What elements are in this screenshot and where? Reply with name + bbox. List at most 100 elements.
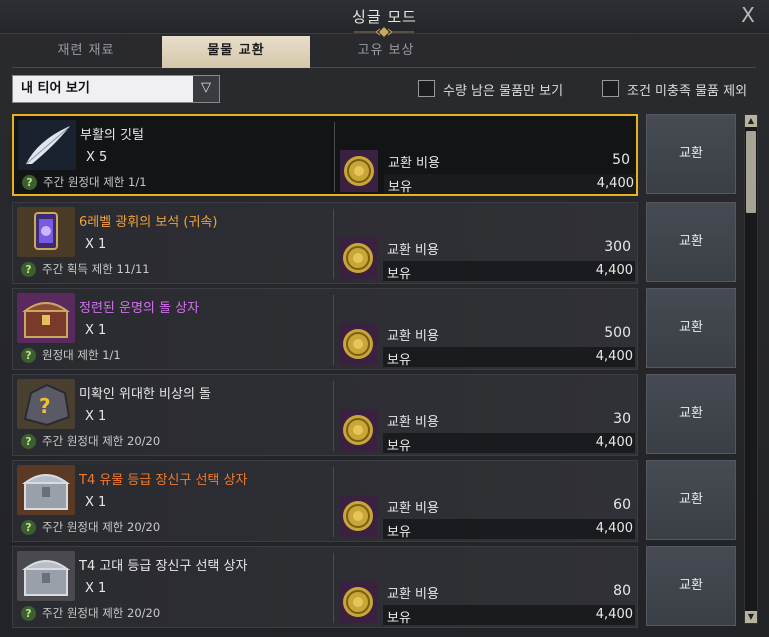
- exchange-button[interactable]: 교환: [646, 460, 736, 540]
- limit-text: 주간 원정대 제한 1/1: [43, 175, 147, 189]
- exchange-button[interactable]: 교환: [646, 546, 736, 626]
- list-item[interactable]: 6레벨 광휘의 보석 (귀속) X 1 ? 주간 획득 제한 11/11 교환 비…: [12, 202, 740, 284]
- tab-refine-materials[interactable]: 재련 재료: [12, 36, 160, 68]
- divider: [333, 209, 334, 279]
- item-card[interactable]: T4 고대 등급 장신구 선택 상자 X 1 ? 주간 원정대 제한 20/20 …: [12, 546, 638, 628]
- single-mode-window: 싱글 모드 X 재련 재료 물물 교환 고유 보상 내 티어 보기 ▽ 수량 남…: [0, 0, 769, 637]
- list-item[interactable]: T4 고대 등급 장신구 선택 상자 X 1 ? 주간 원정대 제한 20/20 …: [12, 546, 740, 628]
- cost-label: 교환 비용: [387, 501, 439, 516]
- svg-text:?: ?: [39, 394, 51, 418]
- cost-label: 교환 비용: [387, 329, 439, 344]
- close-button[interactable]: X: [737, 4, 759, 26]
- item-card[interactable]: ? 미확인 위대한 비상의 돌 X 1 ? 주간 원정대 제한 20/20 교환 …: [12, 374, 638, 456]
- gem-icon: [17, 207, 75, 257]
- feather-icon: [18, 120, 76, 170]
- currency-coin-icon: [339, 409, 377, 451]
- divider: [333, 381, 334, 451]
- owned-bar: 보유 4,400: [383, 605, 635, 626]
- help-icon[interactable]: ?: [21, 520, 36, 535]
- scroll-up-arrow-icon[interactable]: ▲: [745, 115, 757, 127]
- chevron-down-icon[interactable]: ▽: [193, 76, 219, 102]
- limit-text: 원정대 제한 1/1: [42, 348, 121, 362]
- owned-label: 보유: [387, 267, 411, 282]
- item-name: 미확인 위대한 비상의 돌: [79, 387, 211, 402]
- divider: [333, 295, 334, 365]
- owned-bar: 보유 4,400: [383, 433, 635, 454]
- item-name: T4 고대 등급 장신구 선택 상자: [79, 559, 248, 574]
- cost-value: 80: [613, 583, 631, 599]
- cost-label: 교환 비용: [388, 156, 440, 171]
- item-limit: ? 주간 원정대 제한 20/20: [21, 519, 160, 535]
- owned-bar: 보유 4,400: [383, 347, 635, 368]
- checkbox-box[interactable]: [418, 80, 435, 97]
- help-icon[interactable]: ?: [21, 606, 36, 621]
- accessory-chest-icon: [17, 465, 75, 515]
- item-name: 정련된 운명의 돌 상자: [79, 301, 200, 316]
- help-icon[interactable]: ?: [21, 434, 36, 449]
- list-item[interactable]: 정련된 운명의 돌 상자 X 1 ? 원정대 제한 1/1 교환 비용 500 보…: [12, 288, 740, 370]
- owned-value: 4,400: [596, 176, 634, 191]
- limit-text: 주간 원정대 제한 20/20: [42, 520, 161, 534]
- cost-value: 50: [612, 152, 630, 168]
- item-quantity: X 1: [85, 237, 107, 252]
- title-bar: 싱글 모드 X: [0, 0, 769, 37]
- list-item[interactable]: ? 미확인 위대한 비상의 돌 X 1 ? 주간 원정대 제한 20/20 교환 …: [12, 374, 740, 456]
- owned-bar: 보유 4,400: [383, 261, 635, 282]
- exclude-unmet-checkbox[interactable]: 조건 미충족 물품 제외: [602, 79, 756, 99]
- item-quantity: X 1: [85, 495, 107, 510]
- item-quantity: X 1: [85, 323, 107, 338]
- treasure-chest-icon: [17, 293, 75, 343]
- owned-value: 4,400: [595, 607, 633, 622]
- divider: [333, 467, 334, 537]
- tab-unique-rewards[interactable]: 고유 보상: [312, 36, 460, 68]
- owned-bar: 보유 4,400: [384, 174, 636, 195]
- cost-value: 300: [604, 239, 631, 255]
- item-limit: ? 주간 획득 제한 11/11: [21, 261, 150, 277]
- list-item[interactable]: 부활의 깃털 X 5 ? 주간 원정대 제한 1/1 교환 비용 50 보유 4,…: [12, 114, 740, 196]
- scroll-down-arrow-icon[interactable]: ▼: [745, 611, 757, 623]
- item-card[interactable]: 정련된 운명의 돌 상자 X 1 ? 원정대 제한 1/1 교환 비용 500 보…: [12, 288, 638, 370]
- help-icon[interactable]: ?: [22, 175, 37, 190]
- item-card[interactable]: T4 유물 등급 장신구 선택 상자 X 1 ? 주간 원정대 제한 20/20 …: [12, 460, 638, 542]
- item-name: 6레벨 광휘의 보석 (귀속): [79, 215, 218, 230]
- owned-label: 보유: [387, 525, 411, 540]
- cost-value: 60: [613, 497, 631, 513]
- item-card[interactable]: 6레벨 광휘의 보석 (귀속) X 1 ? 주간 획득 제한 11/11 교환 비…: [12, 202, 638, 284]
- scrollbar-thumb[interactable]: [746, 131, 756, 213]
- owned-value: 4,400: [595, 263, 633, 278]
- exchange-button[interactable]: 교환: [646, 288, 736, 368]
- item-limit: ? 원정대 제한 1/1: [21, 347, 121, 363]
- owned-label: 보유: [387, 611, 411, 626]
- tab-barter[interactable]: 물물 교환: [162, 36, 310, 68]
- item-limit: ? 주간 원정대 제한 20/20: [21, 433, 160, 449]
- owned-value: 4,400: [595, 435, 633, 450]
- limit-text: 주간 획득 제한 11/11: [42, 262, 150, 276]
- currency-coin-icon: [339, 237, 377, 279]
- checkbox-box[interactable]: [602, 80, 619, 97]
- currency-coin-icon: [339, 323, 377, 365]
- cost-label: 교환 비용: [387, 415, 439, 430]
- item-limit: ? 주간 원정대 제한 1/1: [22, 174, 147, 190]
- item-limit: ? 주간 원정대 제한 20/20: [21, 605, 160, 621]
- help-icon[interactable]: ?: [21, 348, 36, 363]
- exchange-button[interactable]: 교환: [646, 374, 736, 454]
- divider: [333, 553, 334, 623]
- list-item[interactable]: T4 유물 등급 장신구 선택 상자 X 1 ? 주간 원정대 제한 20/20 …: [12, 460, 740, 542]
- mystery-stone-icon: ?: [17, 379, 75, 429]
- scrollbar[interactable]: ▲ ▼: [744, 114, 758, 624]
- tab-bar: 재련 재료 물물 교환 고유 보상: [12, 36, 756, 68]
- item-card[interactable]: 부활의 깃털 X 5 ? 주간 원정대 제한 1/1 교환 비용 50 보유 4,…: [12, 114, 638, 196]
- owned-label: 보유: [387, 353, 411, 368]
- item-quantity: X 1: [85, 409, 107, 424]
- item-quantity: X 1: [85, 581, 107, 596]
- accessory-chest-icon: [17, 551, 75, 601]
- exchange-button[interactable]: 교환: [646, 202, 736, 282]
- barter-item-list: 부활의 깃털 X 5 ? 주간 원정대 제한 1/1 교환 비용 50 보유 4,…: [12, 112, 740, 632]
- divider: [334, 122, 335, 192]
- tier-dropdown[interactable]: 내 티어 보기 ▽: [12, 75, 220, 103]
- remaining-only-checkbox[interactable]: 수량 남은 물품만 보기: [418, 79, 578, 99]
- cost-value: 500: [604, 325, 631, 341]
- help-icon[interactable]: ?: [21, 262, 36, 277]
- limit-text: 주간 원정대 제한 20/20: [42, 434, 161, 448]
- exchange-button[interactable]: 교환: [646, 114, 736, 194]
